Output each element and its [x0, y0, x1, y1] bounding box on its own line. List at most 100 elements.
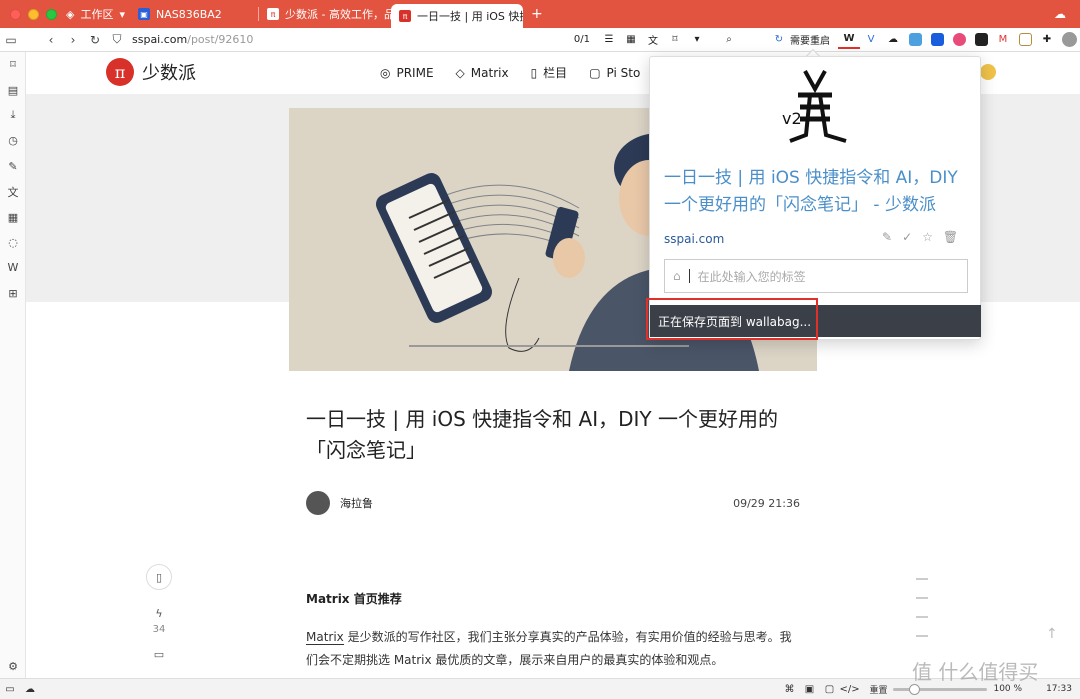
star-icon[interactable]: ☆: [922, 230, 933, 244]
downloads-icon[interactable]: ⤓: [0, 103, 26, 128]
update-icon[interactable]: ↻: [768, 31, 790, 49]
tab-bar: ◈ 工作区 ▾ ▣ NAS836BA2 π 少数派 - 高效工作，品质生 π 一…: [0, 0, 1080, 28]
search-icon[interactable]: ⌕: [718, 31, 740, 49]
nas-favicon: ▣: [138, 8, 150, 20]
menu-item-prime[interactable]: ◎ PRIME: [380, 64, 434, 81]
code-icon[interactable]: </>: [839, 684, 859, 695]
extension-dark-icon[interactable]: [970, 31, 992, 49]
tab-article[interactable]: π 一日一技 | 用 iOS 快捷指令: [391, 4, 523, 28]
qr-code-icon[interactable]: ▦: [620, 31, 642, 49]
sspai-logo-icon: π: [106, 58, 134, 86]
gmail-icon[interactable]: M: [992, 31, 1014, 49]
chevron-down-icon[interactable]: ▾: [119, 8, 125, 21]
history-icon[interactable]: ◷: [0, 128, 26, 153]
cloud-icon[interactable]: ☁: [1054, 7, 1080, 21]
article-title: 一日一技 | 用 iOS 快捷指令和 AI，DIY 一个更好用的「闪念笔记」: [306, 407, 778, 462]
comment-button[interactable]: ▭: [146, 641, 172, 667]
text-cursor: [688, 269, 690, 283]
reader-icon[interactable]: ☰: [598, 31, 620, 49]
extensions-puzzle-icon[interactable]: ✚: [1036, 31, 1058, 49]
sspai-favicon: π: [267, 8, 279, 20]
zoom-window-button[interactable]: [46, 8, 57, 20]
forward-icon[interactable]: ›: [62, 33, 84, 47]
author-avatar[interactable]: [306, 491, 330, 515]
address-bar: ▭ ‹ › ↻ ⛉ sspai.com/post/92610 0/1 ☰ ▦ 文…: [0, 28, 1080, 52]
publish-date: 09/29 21:36: [733, 496, 800, 510]
url-field[interactable]: sspai.com/post/92610: [132, 33, 253, 46]
calendar-icon[interactable]: ▦: [0, 204, 26, 229]
window-controls: [0, 8, 58, 20]
article-actions: ▯ ϟ 34 ▭: [146, 564, 172, 667]
menu-item-columns[interactable]: ▯ 栏目: [531, 64, 568, 81]
article-paragraph: Matrix 是少数派的写作社区，我们主张分享真实的产品体验，有实用价值的经验与…: [306, 630, 792, 667]
extension-square-icon[interactable]: [1014, 31, 1036, 49]
popup-domain[interactable]: sspai.com: [664, 232, 724, 246]
extension-color-icon[interactable]: [948, 31, 970, 49]
trash-icon[interactable]: 🗑: [943, 230, 958, 244]
mascot-icon[interactable]: [980, 64, 996, 80]
section-heading: Matrix 首页推荐: [306, 592, 402, 606]
tag-placeholder: 在此处输入您的标签: [697, 269, 806, 284]
site-logo[interactable]: π 少数派: [106, 58, 196, 86]
author-row: 海拉鲁 09/29 21:36: [306, 490, 800, 516]
translate-icon[interactable]: 文: [0, 179, 26, 204]
cloud-extension-icon[interactable]: ☁: [882, 31, 904, 49]
scroll-to-top-icon[interactable]: ↑: [1046, 626, 1058, 642]
matrix-link[interactable]: Matrix: [306, 630, 344, 645]
cloud-sync-icon[interactable]: ☁: [20, 684, 40, 695]
settings-icon[interactable]: ⚙: [0, 654, 26, 679]
tag-icon: ⌂: [673, 269, 681, 283]
prime-icon: ◎: [380, 65, 391, 80]
clock: 17:33: [1046, 684, 1072, 694]
add-panel-icon[interactable]: ⊞: [0, 281, 26, 306]
back-icon[interactable]: ‹: [40, 33, 62, 47]
wikipedia-icon[interactable]: W: [0, 255, 26, 280]
author-name[interactable]: 海拉鲁: [340, 495, 373, 511]
reload-icon[interactable]: ↻: [84, 33, 106, 47]
menu-item-store[interactable]: ▢ Pi Sto: [589, 64, 640, 81]
zoom-reset-button[interactable]: 重置: [869, 683, 887, 696]
chat-icon[interactable]: ◌: [0, 230, 26, 255]
mobile-view-button[interactable]: ▯: [146, 564, 172, 590]
image-icon[interactable]: ▣: [799, 684, 819, 695]
panel-toggle-icon[interactable]: ▭: [0, 684, 20, 695]
tag-input[interactable]: ⌂ 在此处输入您的标签: [664, 259, 968, 293]
site-menu: ◎ PRIME ◇ Matrix ▯ 栏目 ▢ Pi Sto: [380, 64, 640, 81]
lightning-icon: ϟ: [155, 606, 163, 620]
edit-icon[interactable]: ✎: [882, 230, 892, 244]
tab-workspace[interactable]: ◈ 工作区 ▾: [58, 3, 130, 25]
bitwarden-icon[interactable]: [926, 31, 948, 49]
tile-icon[interactable]: ▢: [819, 684, 839, 695]
zoom-slider[interactable]: [893, 683, 988, 695]
bookmarks-icon[interactable]: ⌑: [0, 52, 26, 77]
comment-icon: ▭: [153, 647, 165, 661]
translate-icon[interactable]: 文: [642, 31, 664, 49]
like-count: 34: [152, 624, 166, 635]
find-count: 0/1: [573, 34, 590, 45]
close-window-button[interactable]: [10, 8, 21, 20]
new-tab-button[interactable]: +: [523, 3, 543, 25]
bookmark-icon[interactable]: ⌑: [664, 31, 686, 49]
wallabag-extension-icon[interactable]: W: [838, 31, 860, 49]
popup-actions: ✎ ✓ ☆ 🗑: [882, 230, 958, 244]
shield-icon[interactable]: ⛉: [106, 32, 128, 47]
extension-v-icon[interactable]: V: [860, 31, 882, 49]
tab-sspai-home[interactable]: π 少数派 - 高效工作，品质生: [259, 3, 391, 25]
layers-icon: ◈: [66, 7, 75, 21]
menu-item-matrix[interactable]: ◇ Matrix: [456, 64, 509, 81]
restart-label[interactable]: 需要重启: [790, 32, 830, 47]
sidebar-toggle-icon[interactable]: ▭: [0, 33, 22, 47]
minimize-window-button[interactable]: [28, 8, 39, 20]
tab-nas[interactable]: ▣ NAS836BA2: [130, 3, 258, 25]
capture-icon[interactable]: ⌘: [779, 684, 799, 695]
archive-check-icon[interactable]: ✓: [902, 230, 912, 244]
zoom-slider-knob[interactable]: [909, 683, 921, 695]
reading-list-icon[interactable]: ▤: [0, 77, 26, 102]
extension-blue-icon[interactable]: [904, 31, 926, 49]
chevron-down-icon[interactable]: ▾: [686, 31, 708, 49]
profile-avatar[interactable]: [1058, 31, 1080, 49]
popup-page-title[interactable]: 一日一技 | 用 iOS 快捷指令和 AI，DIY 一个更好用的「闪念笔记」 -…: [664, 165, 974, 219]
notes-icon[interactable]: ✎: [0, 154, 26, 179]
charge-button[interactable]: ϟ: [146, 600, 172, 626]
table-of-contents[interactable]: [916, 578, 928, 637]
